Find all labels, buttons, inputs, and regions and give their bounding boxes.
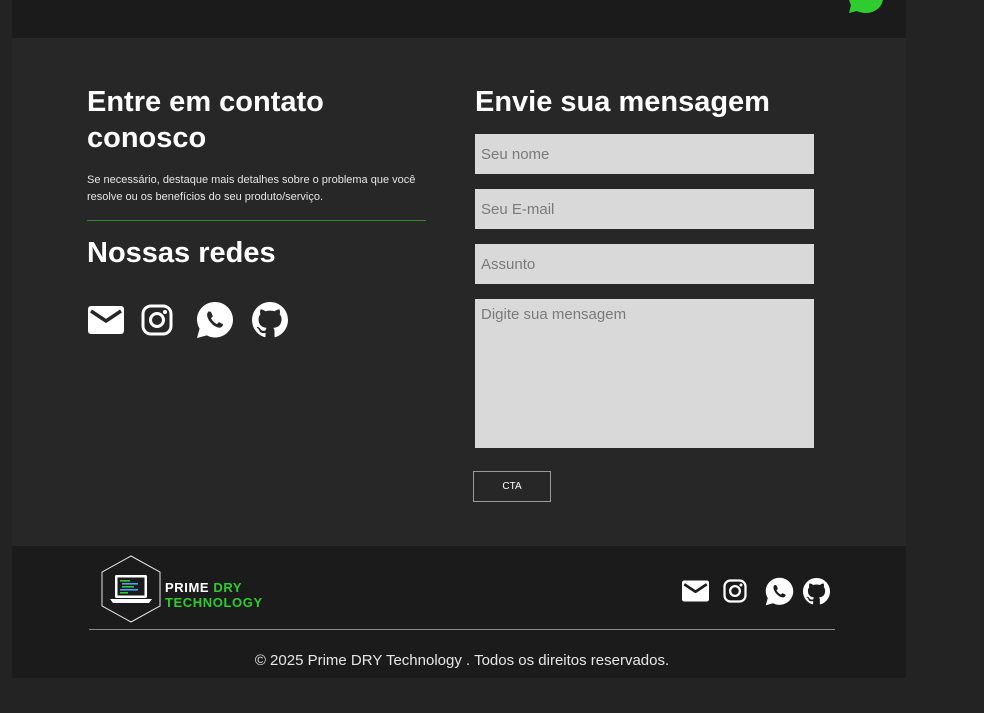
- whatsapp-icon[interactable]: [764, 576, 794, 606]
- email-input[interactable]: [475, 189, 814, 229]
- logo-technology: TECHNOLOGY: [165, 595, 263, 610]
- social-title: Nossas redes: [87, 237, 276, 269]
- logo-hexagon-icon: [101, 555, 161, 623]
- github-icon[interactable]: [802, 577, 830, 605]
- contact-info: Entre em contato conosco Se necessário, …: [87, 84, 426, 339]
- message-textarea[interactable]: [475, 299, 814, 448]
- subject-input[interactable]: [475, 244, 814, 284]
- name-input[interactable]: [475, 134, 814, 174]
- instagram-icon[interactable]: [722, 578, 748, 604]
- mail-icon[interactable]: [680, 577, 710, 605]
- form-title: Envie sua mensagem: [475, 86, 770, 118]
- cta-button[interactable]: CTA: [473, 471, 551, 502]
- footer-social-links: [680, 576, 830, 606]
- mail-icon[interactable]: [87, 303, 125, 337]
- instagram-icon[interactable]: [140, 303, 174, 337]
- whatsapp-icon[interactable]: [196, 301, 234, 339]
- copyright-text: © 2025 Prime DRY Technology . Todos os d…: [254, 652, 670, 669]
- form-fields: [475, 134, 814, 448]
- contact-section: Entre em contato conosco Se necessário, …: [12, 38, 906, 546]
- logo-text: PRIME DRY TECHNOLOGY: [165, 580, 263, 610]
- github-icon[interactable]: [252, 302, 288, 338]
- logo-prime: PRIME: [165, 580, 214, 595]
- footer-logo[interactable]: PRIME DRY TECHNOLOGY: [100, 554, 280, 624]
- footer: PRIME DRY TECHNOLOGY © 2025 Prime DRY Te…: [12, 546, 906, 678]
- whatsapp-float-icon[interactable]: [848, 0, 884, 14]
- top-bar: [12, 0, 906, 38]
- footer-divider: [89, 629, 835, 630]
- contact-title: Entre em contato conosco: [87, 86, 324, 154]
- logo-dry: DRY: [213, 580, 243, 595]
- green-divider: [87, 220, 426, 221]
- social-links: [87, 301, 426, 339]
- contact-form: Envie sua mensagem: [475, 84, 814, 448]
- contact-description: Se necessário, destaque mais detalhes so…: [87, 174, 416, 203]
